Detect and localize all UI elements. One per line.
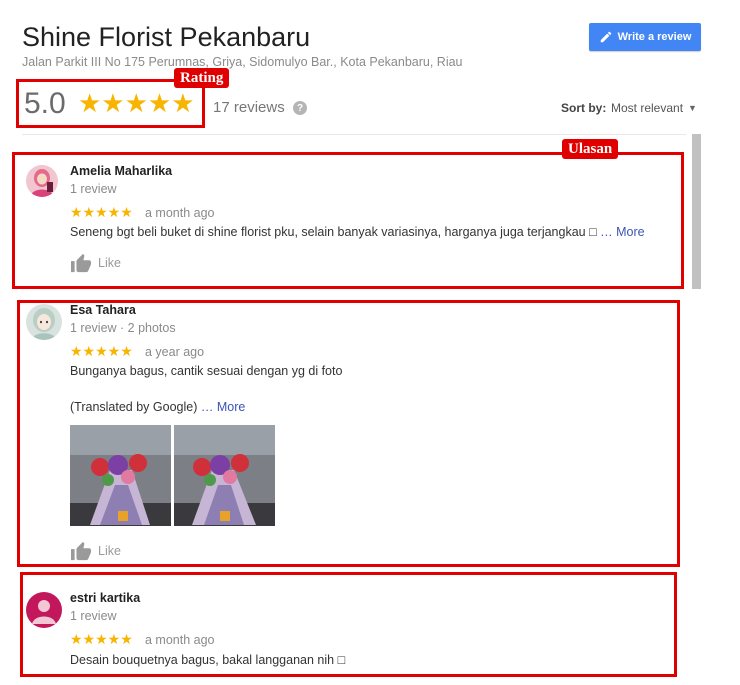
review-photo[interactable] (174, 425, 275, 526)
avatar[interactable] (26, 592, 62, 628)
review-translated: (Translated by Google) … More (70, 400, 245, 414)
place-address: Jalan Parkit III No 175 Perumnas, Griya,… (22, 55, 463, 69)
more-link[interactable]: … More (201, 400, 245, 414)
more-link[interactable]: … More (600, 225, 644, 239)
review-text-body: Bunganya bagus, cantik sesuai dengan yg … (70, 364, 343, 378)
write-review-label: Write a review (617, 31, 692, 43)
review-date: a month ago (145, 633, 215, 647)
review-text-body: Desain bouquetnya bagus, bakal langganan… (70, 653, 346, 667)
help-icon[interactable]: ? (293, 101, 307, 115)
rating-annotation-tag: Rating (174, 68, 230, 88)
place-title: Shine Florist Pekanbaru (22, 22, 311, 52)
reviewer-name[interactable]: Amelia Maharlika (70, 164, 172, 178)
divider (22, 134, 686, 135)
ulasan-annotation-tag: Ulasan (562, 139, 619, 159)
thumbs-up-icon (71, 253, 91, 273)
reviewer-meta: 1 review · 2 photos (70, 321, 176, 335)
like-button[interactable]: Like (70, 253, 121, 273)
sort-label: Sort by: (561, 101, 607, 115)
write-review-button[interactable]: Write a review (589, 23, 701, 51)
avatar[interactable] (26, 165, 58, 197)
reviews-count[interactable]: 17 reviews (213, 99, 285, 116)
review-stars: ★★★★★ (70, 343, 133, 359)
thumbs-up-icon (71, 541, 91, 561)
reviewer-meta: 1 review (70, 609, 117, 623)
reviewer-meta: 1 review (70, 182, 117, 196)
reviewer-name[interactable]: estri kartika (70, 591, 140, 605)
review-stars: ★★★★★ (70, 204, 133, 220)
review-photo[interactable] (70, 425, 171, 526)
reviewer-name[interactable]: Esa Tahara (70, 303, 136, 317)
review-text: Seneng bgt beli buket di shine florist p… (70, 225, 645, 239)
like-label: Like (98, 256, 121, 270)
caret-down-icon[interactable]: ▼ (688, 103, 697, 113)
like-button[interactable]: Like (70, 541, 121, 561)
avatar[interactable] (26, 304, 62, 340)
review-text-body: Seneng bgt beli buket di shine florist p… (70, 225, 597, 239)
review-date: a year ago (145, 345, 205, 359)
review-date: a month ago (145, 206, 215, 220)
review-stars: ★★★★★ (70, 631, 133, 647)
translated-label: (Translated by Google) (70, 400, 198, 414)
like-label: Like (98, 544, 121, 558)
scrollbar-thumb[interactable] (692, 134, 701, 289)
pencil-icon (600, 31, 611, 43)
sort-dropdown[interactable]: Most relevant (611, 101, 683, 115)
